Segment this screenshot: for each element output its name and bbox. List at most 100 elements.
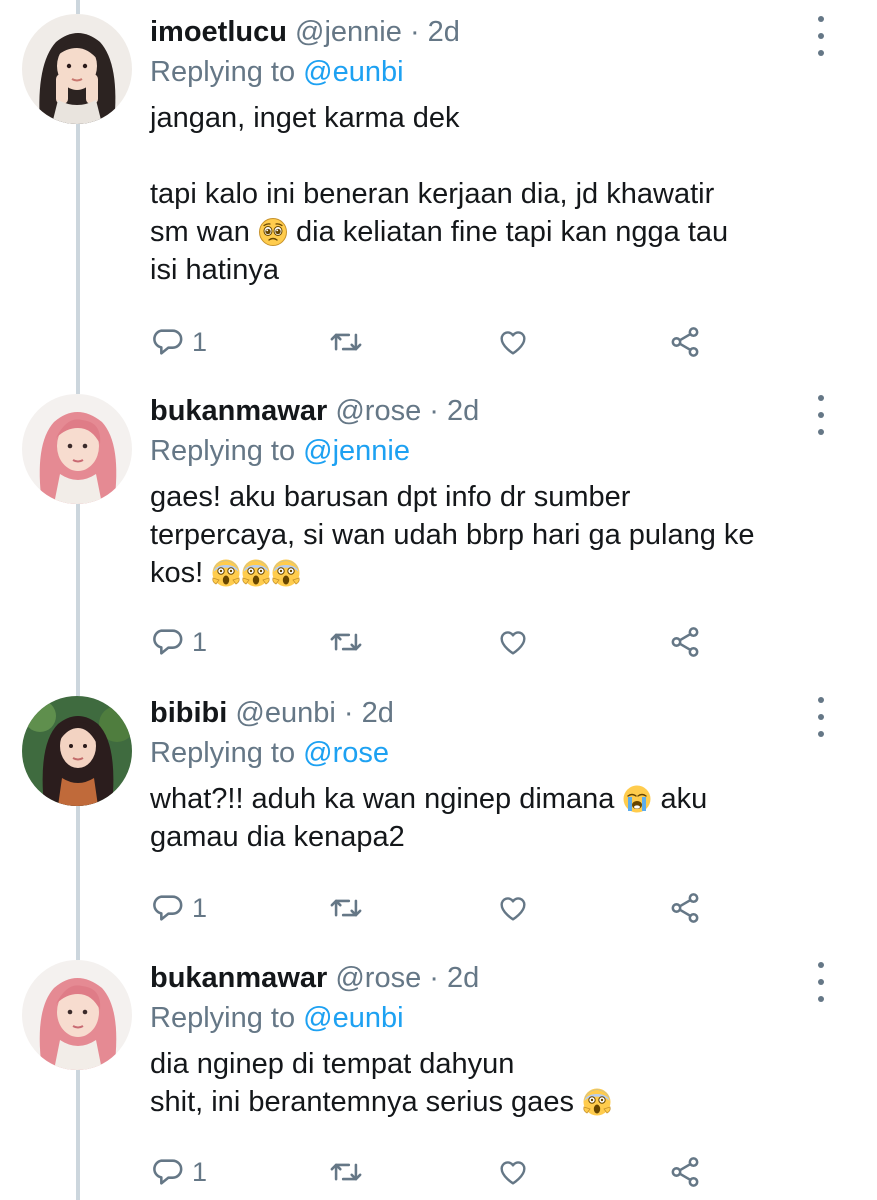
screaming-face-emoji (582, 1087, 612, 1117)
share-button[interactable] (668, 322, 702, 362)
user-handle[interactable]: @rose (335, 962, 421, 994)
like-button[interactable] (496, 622, 530, 662)
more-options-icon[interactable] (809, 395, 833, 435)
replying-to-line: Replying to @rose (150, 734, 817, 772)
tweet-text: dia nginep di tempat dahyun shit, ini ber… (150, 1045, 817, 1121)
tweet-content: bukanmawar @rose · 2d Replying to @jennie… (150, 393, 817, 592)
share-icon (668, 325, 702, 359)
display-name[interactable]: bibibi (150, 697, 227, 729)
replying-to-label: Replying to (150, 435, 296, 467)
separator-dot: · (343, 697, 354, 729)
user-handle[interactable]: @eunbi (235, 697, 335, 729)
more-dot (818, 33, 824, 39)
text-segment: gaes! aku barusan dpt info dr sumber (150, 481, 631, 513)
user-handle[interactable]: @jennie (295, 16, 402, 48)
reply-button[interactable]: 1 (150, 888, 207, 928)
avatar[interactable] (22, 14, 132, 124)
reply-count: 1 (192, 892, 208, 923)
tweet-text-line: jangan, inget karma dek (150, 99, 817, 137)
reply-icon (150, 1155, 184, 1189)
text-segment: isi hatinya (150, 254, 279, 286)
reply-button[interactable]: 1 (150, 1152, 207, 1192)
tweet-content: bibibi @eunbi · 2d Replying to @rose what?… (150, 695, 817, 856)
tweet-text-line: tapi kalo ini beneran kerjaan dia, jd kh… (150, 175, 817, 213)
tweet-text: what?!! aduh ka wan nginep dimana aku gam… (150, 780, 817, 856)
retweet-icon (328, 325, 364, 359)
timestamp[interactable]: 2d (428, 16, 460, 48)
screaming-face-emoji (211, 558, 241, 588)
reply-button[interactable]: 1 (150, 622, 207, 662)
like-icon (496, 626, 530, 658)
timestamp[interactable]: 2d (447, 962, 479, 994)
reply-icon (150, 891, 184, 925)
tweet-text-line: gaes! aku barusan dpt info dr sumber (150, 478, 817, 516)
reply-icon (150, 325, 184, 359)
timestamp[interactable]: 2d (362, 697, 394, 729)
more-options-icon[interactable] (809, 697, 833, 737)
replying-to-label: Replying to (150, 1002, 296, 1034)
timestamp[interactable]: 2d (447, 395, 479, 427)
replying-to-line: Replying to @eunbi (150, 999, 817, 1037)
tweet-actions: 1 (150, 622, 710, 662)
text-segment: tapi kalo ini beneran kerjaan dia, jd kh… (150, 178, 715, 210)
display-name[interactable]: imoetlucu (150, 16, 287, 48)
retweet-button[interactable] (328, 322, 364, 362)
reply-button[interactable]: 1 (150, 322, 207, 362)
retweet-icon (328, 625, 364, 659)
avatar[interactable] (22, 696, 132, 806)
reply-count: 1 (192, 626, 208, 657)
tweet-text-line: gamau dia kenapa2 (150, 818, 817, 856)
more-options-icon[interactable] (809, 16, 833, 56)
reply-count: 1 (192, 326, 208, 357)
tweet-actions: 1 (150, 322, 710, 362)
share-button[interactable] (668, 1152, 702, 1192)
share-button[interactable] (668, 888, 702, 928)
like-button[interactable] (496, 888, 530, 928)
pleading-face-emoji (258, 217, 288, 247)
retweet-button[interactable] (328, 888, 364, 928)
more-dot (818, 714, 824, 720)
separator-dot: · (429, 395, 439, 427)
separator-dot: · (429, 962, 439, 994)
tweet-header: bibibi @eunbi · 2d (150, 695, 817, 731)
text-segment: gamau dia kenapa2 (150, 821, 405, 853)
replying-to-handle[interactable]: @eunbi (303, 1002, 403, 1034)
like-button[interactable] (496, 322, 530, 362)
tweet-text-line: kos! (150, 554, 817, 592)
share-button[interactable] (668, 622, 702, 662)
share-icon (668, 891, 702, 925)
reply-thread: imoetlucu @jennie · 2d Replying to @eunbi… (0, 0, 877, 1200)
retweet-button[interactable] (328, 1152, 364, 1192)
more-dot (818, 979, 824, 985)
replying-to-line: Replying to @eunbi (150, 53, 817, 91)
reply-icon (150, 625, 184, 659)
tweet-text-line: terpercaya, si wan udah bbrp hari ga pul… (150, 516, 817, 554)
replying-to-handle[interactable]: @rose (303, 737, 389, 769)
text-segment: dia nginep di tempat dahyun (150, 1048, 515, 1080)
text-segment: what?!! aduh ka wan nginep dimana (150, 783, 623, 815)
avatar[interactable] (22, 960, 132, 1070)
text-segment: aku (652, 783, 708, 815)
like-button[interactable] (496, 1152, 530, 1192)
more-dot (818, 50, 824, 56)
tweet-text-line: isi hatinya (150, 251, 817, 289)
display-name[interactable]: bukanmawar (150, 962, 327, 994)
tweet-content: bukanmawar @rose · 2d Replying to @eunbi d… (150, 960, 817, 1121)
replying-to-label: Replying to (150, 56, 296, 88)
more-options-icon[interactable] (809, 962, 833, 1002)
more-dot (818, 996, 824, 1002)
retweet-icon (328, 891, 364, 925)
more-dot (818, 697, 824, 703)
display-name[interactable]: bukanmawar (150, 395, 327, 427)
text-segment: kos! (150, 557, 212, 589)
separator-dot: · (409, 16, 420, 48)
more-dot (818, 429, 824, 435)
user-handle[interactable]: @rose (335, 395, 421, 427)
like-icon (496, 892, 530, 924)
replying-to-handle[interactable]: @eunbi (303, 56, 403, 88)
tweet-text-line: dia nginep di tempat dahyun (150, 1045, 817, 1083)
replying-to-handle[interactable]: @jennie (303, 435, 410, 467)
avatar[interactable] (22, 394, 132, 504)
more-dot (818, 962, 824, 968)
retweet-button[interactable] (328, 622, 364, 662)
